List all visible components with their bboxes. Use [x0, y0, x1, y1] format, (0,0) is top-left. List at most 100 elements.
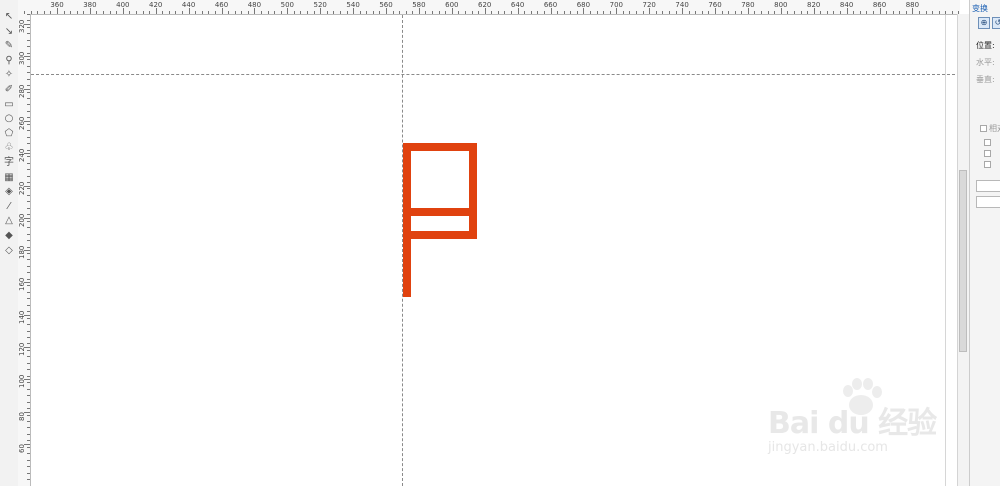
ruler-minor-tick — [557, 11, 559, 14]
ruler-minor-tick — [27, 233, 30, 235]
ruler-minor-tick — [918, 11, 920, 14]
vertical-ruler[interactable]: 320 300 280 260 240 220 200 180 160 140 120 100 80 60 — [18, 14, 31, 486]
ruler-minor-tick — [27, 317, 30, 319]
ruler-minor-tick — [905, 11, 907, 14]
ruler-minor-tick — [563, 11, 565, 14]
rotate-mode-button[interactable]: ↺ — [992, 17, 1000, 29]
basic-shapes-icon[interactable]: ♧ — [2, 141, 16, 154]
crop-tool-icon[interactable]: ✎ — [2, 39, 16, 52]
ruler-minor-tick — [247, 11, 249, 14]
artistic-media-icon[interactable]: ✐ — [2, 83, 16, 96]
ruler-minor-tick — [27, 414, 30, 416]
horizontal-ruler[interactable]: 360 380 400 420 440 460 480 500 520 540 560 580 600 6… — [18, 0, 960, 15]
polygon-tool-icon[interactable]: ⬠ — [2, 127, 16, 140]
ruler-minor-tick — [27, 330, 30, 332]
ruler-tick-label: 220 — [18, 181, 26, 195]
lower-bar-stroke[interactable] — [403, 231, 477, 239]
position-mode-button[interactable]: ⊕ — [978, 17, 990, 29]
ruler-minor-tick — [846, 11, 848, 14]
blend-tool-icon[interactable]: ◈ — [2, 185, 16, 198]
ruler-minor-tick — [511, 11, 513, 14]
ruler-minor-tick — [504, 11, 506, 14]
ruler-minor-tick — [649, 11, 651, 14]
anchor-checkbox-2[interactable] — [984, 150, 991, 157]
ruler-minor-tick — [675, 11, 677, 14]
interactive-fill-icon[interactable]: ◇ — [2, 244, 16, 257]
scrollbar-thumb[interactable] — [959, 170, 967, 352]
rectangle-tool-icon[interactable]: ▭ — [2, 98, 16, 111]
ruler-minor-tick — [27, 39, 30, 41]
ruler-minor-tick — [27, 175, 30, 177]
ruler-minor-tick — [27, 33, 30, 35]
ruler-minor-tick — [629, 11, 631, 14]
ruler-minor-tick — [655, 11, 657, 14]
ruler-minor-tick — [27, 14, 30, 15]
ruler-minor-tick — [840, 11, 842, 14]
ruler-minor-tick — [386, 11, 387, 14]
ruler-minor-tick — [425, 11, 427, 14]
ruler-minor-tick — [826, 11, 828, 14]
ruler-tick-label: 300 — [18, 51, 26, 66]
ruler-minor-tick — [359, 11, 361, 14]
ruler-minor-tick — [333, 11, 335, 14]
ruler-minor-tick — [27, 130, 30, 132]
zoom-tool-icon[interactable]: ⚲ — [2, 54, 16, 67]
ruler-minor-tick — [754, 11, 756, 14]
ruler-minor-tick — [800, 11, 802, 14]
freehand-tool-icon[interactable]: ✧ — [2, 68, 16, 81]
apply-button[interactable] — [976, 196, 1000, 208]
right-stroke[interactable] — [469, 143, 477, 239]
ruler-tick-label: 860 — [872, 1, 887, 9]
ruler-tick-label: 380 — [83, 1, 97, 9]
anchor-checkbox-1[interactable] — [984, 139, 991, 146]
ruler-minor-tick — [307, 11, 309, 14]
ruler-minor-tick — [445, 11, 447, 14]
ruler-minor-tick — [471, 11, 473, 14]
ruler-minor-tick — [50, 11, 52, 14]
ellipse-tool-icon[interactable]: ○ — [2, 112, 16, 125]
ruler-tick-label: 100 — [18, 374, 26, 389]
ruler-minor-tick — [109, 11, 111, 14]
ruler-tick-label: 820 — [807, 1, 821, 9]
ruler-minor-tick — [293, 11, 295, 14]
ruler-minor-tick — [27, 240, 30, 242]
ruler-tick-label: 700 — [609, 1, 623, 9]
top-bar-stroke[interactable] — [403, 143, 477, 151]
ruler-minor-tick — [27, 227, 30, 229]
ruler-minor-tick — [27, 466, 30, 468]
shape-tool-icon[interactable]: ↘ — [2, 25, 16, 38]
ruler-minor-tick — [27, 59, 30, 61]
middle-bar-stroke[interactable] — [411, 208, 477, 216]
ruler-tick-label: 580 — [412, 1, 426, 9]
ruler-minor-tick — [866, 11, 868, 14]
pick-tool-icon[interactable]: ↖ — [2, 10, 16, 23]
table-tool-icon[interactable]: ▦ — [2, 171, 16, 184]
fill-tool-icon[interactable]: ◆ — [2, 229, 16, 242]
ruler-minor-tick — [37, 11, 39, 14]
eyedropper-tool-icon[interactable]: ⁄ — [2, 200, 16, 213]
ruler-minor-tick — [162, 11, 164, 14]
ruler-minor-tick — [27, 117, 30, 119]
ruler-minor-tick — [27, 285, 30, 287]
text-tool-icon[interactable]: 字 — [2, 156, 16, 169]
relative-checkbox[interactable] — [980, 125, 987, 132]
anchor-checkbox-3[interactable] — [984, 161, 991, 168]
ruler-minor-tick — [27, 369, 30, 371]
ruler-tick-label: 840 — [839, 1, 854, 9]
outline-tool-icon[interactable]: △ — [2, 214, 16, 227]
ruler-minor-tick — [688, 11, 690, 14]
letter-strokes[interactable] — [403, 143, 477, 297]
ruler-minor-tick — [27, 298, 30, 300]
ruler-tick-label: 520 — [313, 1, 327, 9]
ruler-minor-tick — [27, 72, 30, 74]
ruler-minor-tick — [70, 11, 72, 14]
ruler-minor-tick — [175, 11, 177, 14]
ruler-minor-tick — [570, 11, 572, 14]
ruler-minor-tick — [589, 11, 591, 14]
ruler-tick-label: 80 — [18, 411, 26, 421]
ruler-minor-tick — [221, 11, 223, 14]
ruler-minor-tick — [254, 11, 256, 14]
left-stem-stroke[interactable] — [403, 143, 411, 297]
copies-field[interactable] — [976, 180, 1000, 192]
ruler-minor-tick — [27, 395, 30, 397]
